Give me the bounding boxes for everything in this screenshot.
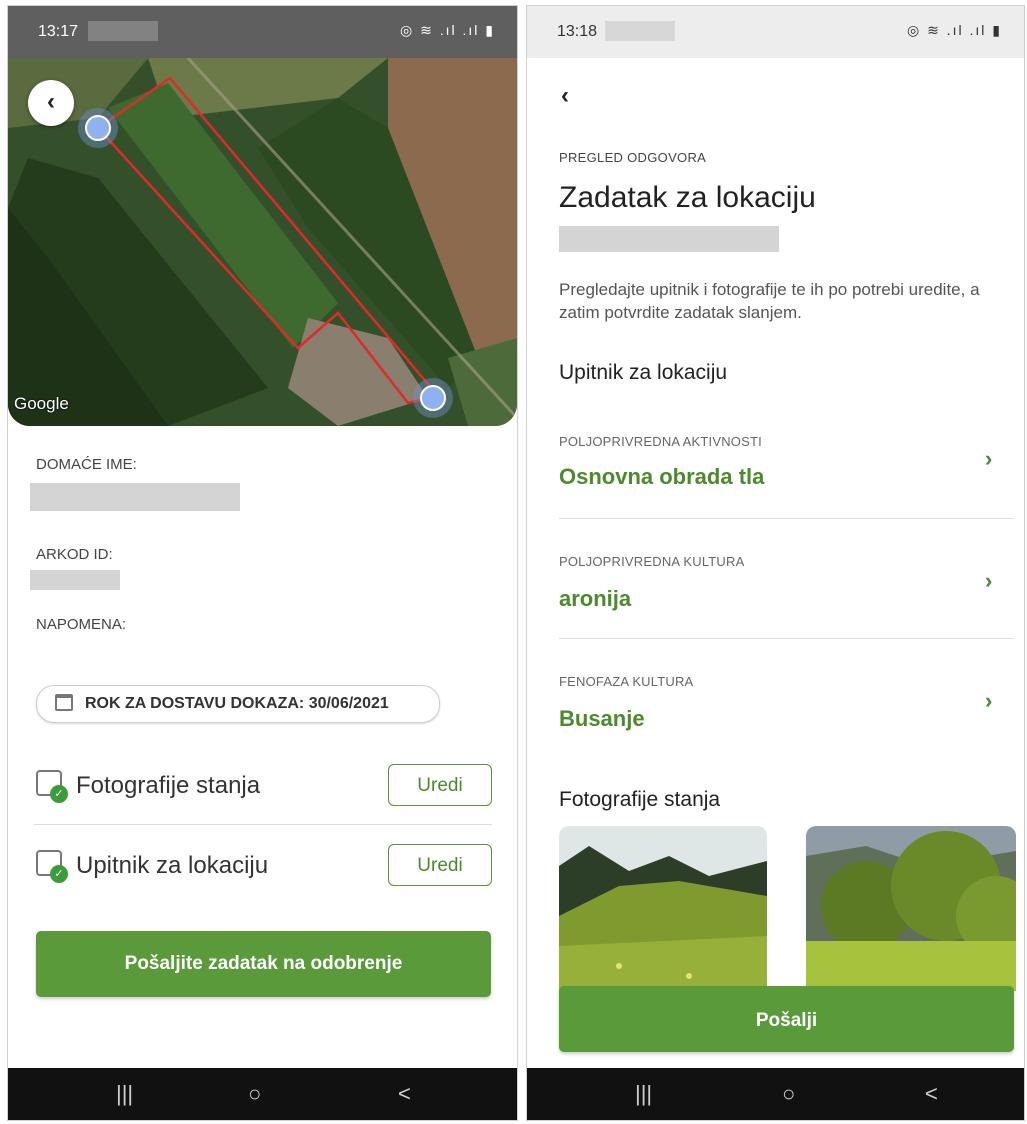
status-bar: 13:17 ◎ ≋ .ıl .ıl ▮ bbox=[8, 6, 517, 58]
back-nav-button[interactable]: < bbox=[398, 1081, 411, 1107]
satellite-map-image bbox=[8, 58, 517, 426]
blurred-notification bbox=[88, 21, 158, 41]
blurred-notification bbox=[605, 21, 675, 41]
edit-questionnaire-button[interactable]: Uredi bbox=[388, 844, 492, 886]
back-nav-button[interactable]: < bbox=[925, 1081, 938, 1107]
status-time: 13:18 bbox=[557, 23, 598, 40]
android-nav-bar: ||| ○ < bbox=[8, 1068, 517, 1120]
calendar-icon bbox=[55, 694, 73, 711]
check-icon: ✓ bbox=[50, 785, 68, 803]
question-label: POLJOPRIVREDNA AKTIVNOSTI bbox=[559, 434, 762, 449]
google-logo: Google bbox=[14, 394, 69, 413]
status-icons: ◎ ≋ .ıl .ıl ▮ bbox=[907, 22, 1002, 38]
question-label: FENOFAZA KULTURA bbox=[559, 674, 694, 689]
question-value: aronija bbox=[559, 586, 632, 611]
photos-title: Fotografije stanja bbox=[559, 788, 721, 811]
chevron-right-icon: › bbox=[985, 688, 993, 713]
status-time: 13:17 bbox=[38, 23, 79, 40]
back-button[interactable]: ‹ bbox=[561, 82, 569, 110]
photos-row: ✓ Fotografije stanja Uredi bbox=[34, 758, 492, 814]
questionnaire-title: Upitnik za lokaciju bbox=[559, 361, 728, 384]
napomena-label: NAPOMENA: bbox=[36, 616, 127, 633]
status-icons: ◎ ≋ .ıl .ıl ▮ bbox=[400, 22, 495, 38]
home-button[interactable]: ○ bbox=[782, 1081, 795, 1107]
back-button[interactable]: ‹ bbox=[28, 80, 74, 126]
divider bbox=[34, 824, 492, 825]
domace-ime-value-redacted bbox=[30, 483, 240, 511]
submit-task-button[interactable]: Pošaljite zadatak na odobrenje bbox=[36, 931, 491, 997]
photo-image bbox=[806, 826, 1016, 991]
deadline-chip: ROK ZA DOSTAVU DOKAZA: 30/06/2021 bbox=[36, 685, 440, 723]
question-label: POLJOPRIVREDNA KULTURA bbox=[559, 554, 745, 569]
home-button[interactable]: ○ bbox=[248, 1081, 261, 1107]
question-value: Osnovna obrada tla bbox=[559, 464, 765, 489]
chevron-left-icon: ‹ bbox=[561, 82, 569, 109]
divider bbox=[559, 638, 1014, 639]
android-nav-bar: ||| ○ < bbox=[527, 1068, 1024, 1120]
questionnaire-row: ✓ Upitnik za lokaciju Uredi bbox=[34, 838, 492, 894]
deadline-text: ROK ZA DOSTAVU DOKAZA: 30/06/2021 bbox=[85, 695, 389, 712]
photos-label: Fotografije stanja bbox=[76, 772, 261, 799]
domace-ime-label: DOMAĆE IME: bbox=[36, 456, 137, 473]
page-title: Zadatak za lokaciju bbox=[559, 181, 816, 214]
submit-button[interactable]: Pošalji bbox=[559, 986, 1014, 1052]
edit-photos-button[interactable]: Uredi bbox=[388, 764, 492, 806]
photo-image bbox=[559, 826, 767, 991]
chevron-right-icon: › bbox=[985, 446, 993, 471]
left-screen: 13:17 ◎ ≋ .ıl .ıl ▮ ‹ Google DOMAĆE IME:… bbox=[7, 5, 518, 1121]
photo-thumbnail[interactable] bbox=[559, 826, 767, 991]
parcel-map[interactable] bbox=[8, 58, 517, 426]
arkod-id-value-redacted bbox=[30, 570, 120, 590]
check-icon: ✓ bbox=[50, 865, 68, 883]
overline: PREGLED ODGOVORA bbox=[559, 150, 707, 165]
question-value: Busanje bbox=[559, 706, 645, 731]
recent-apps-button[interactable]: ||| bbox=[635, 1081, 652, 1107]
divider bbox=[559, 518, 1014, 519]
right-screen: 13:18 ◎ ≋ .ıl .ıl ▮ ‹ PREGLED ODGOVORA Z… bbox=[526, 5, 1025, 1121]
chevron-left-icon: ‹ bbox=[47, 88, 55, 115]
chevron-right-icon: › bbox=[985, 568, 993, 593]
questionnaire-label: Upitnik za lokaciju bbox=[76, 852, 269, 879]
subtitle-redacted bbox=[559, 226, 779, 252]
photo-thumbnail[interactable] bbox=[806, 826, 1016, 991]
status-bar: 13:18 ◎ ≋ .ıl .ıl ▮ bbox=[527, 6, 1024, 58]
arkod-id-label: ARKOD ID: bbox=[36, 546, 113, 563]
description: Pregledajte upitnik i fotografije te ih … bbox=[559, 280, 980, 322]
recent-apps-button[interactable]: ||| bbox=[116, 1081, 133, 1107]
